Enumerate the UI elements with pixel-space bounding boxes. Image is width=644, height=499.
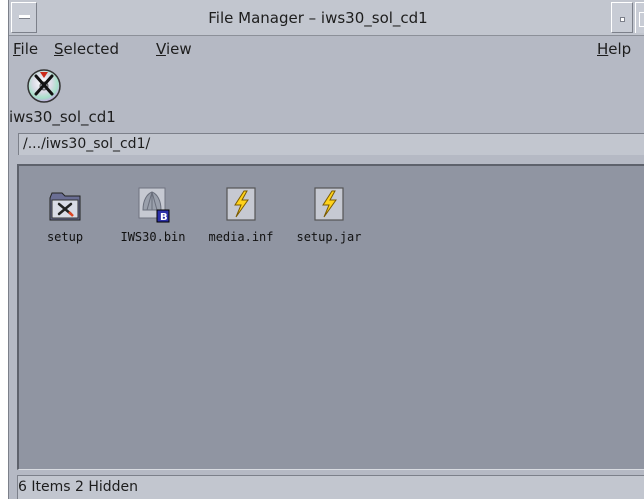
- file-item-setup-jar[interactable]: setup.jar: [283, 186, 375, 244]
- menu-selected-label: elected: [63, 40, 120, 58]
- menu-view-mnemonic: V: [156, 40, 166, 58]
- menu-selected[interactable]: Selected: [54, 39, 119, 59]
- file-name: IWS30.bin: [120, 230, 186, 244]
- volume-label: iws30_sol_cd1: [9, 108, 116, 126]
- data-file-icon: [223, 186, 259, 224]
- file-item-iws30-bin[interactable]: B IWS30.bin: [107, 186, 199, 244]
- menu-view-label: iew: [165, 40, 192, 58]
- menu-file-label: ile: [20, 40, 39, 58]
- window-title: File Manager – iws30_sol_cd1: [208, 9, 428, 27]
- menu-bar: File Selected View Help: [9, 36, 644, 62]
- file-item-setup[interactable]: setup: [19, 186, 111, 244]
- menu-help[interactable]: Help: [597, 39, 631, 59]
- status-bar: 6 Items 2 Hidden: [17, 475, 644, 499]
- menu-help-label: elp: [608, 40, 632, 58]
- binary-file-icon: B: [135, 186, 171, 224]
- menu-file-mnemonic: F: [13, 40, 21, 58]
- file-name: media.inf: [208, 230, 274, 244]
- window-menu-icon: [19, 15, 30, 19]
- file-manager-window: File Manager – iws30_sol_cd1 File Select…: [8, 0, 644, 499]
- title-bar[interactable]: File Manager – iws30_sol_cd1: [9, 0, 644, 36]
- menu-file[interactable]: File: [13, 39, 38, 59]
- minimize-icon: [620, 17, 625, 22]
- menu-view[interactable]: View: [156, 39, 192, 59]
- menu-help-mnemonic: H: [597, 40, 609, 58]
- data-file-icon: [311, 186, 347, 224]
- file-name: setup.jar: [296, 230, 362, 244]
- svg-text:B: B: [160, 212, 168, 223]
- maximize-icon: [639, 12, 644, 27]
- file-name: setup: [46, 230, 84, 244]
- folder-icon: [47, 186, 83, 224]
- window-menu-button[interactable]: [11, 2, 37, 33]
- maximize-button[interactable]: [635, 2, 644, 33]
- cdrom-icon[interactable]: [26, 68, 62, 104]
- file-area[interactable]: setup B IWS30.bin media.inf setup.jar: [17, 164, 644, 470]
- path-field[interactable]: /.../iws30_sol_cd1/: [18, 133, 644, 155]
- minimize-button[interactable]: [611, 2, 633, 33]
- file-item-media-inf[interactable]: media.inf: [195, 186, 287, 244]
- menu-selected-mnemonic: S: [54, 40, 64, 58]
